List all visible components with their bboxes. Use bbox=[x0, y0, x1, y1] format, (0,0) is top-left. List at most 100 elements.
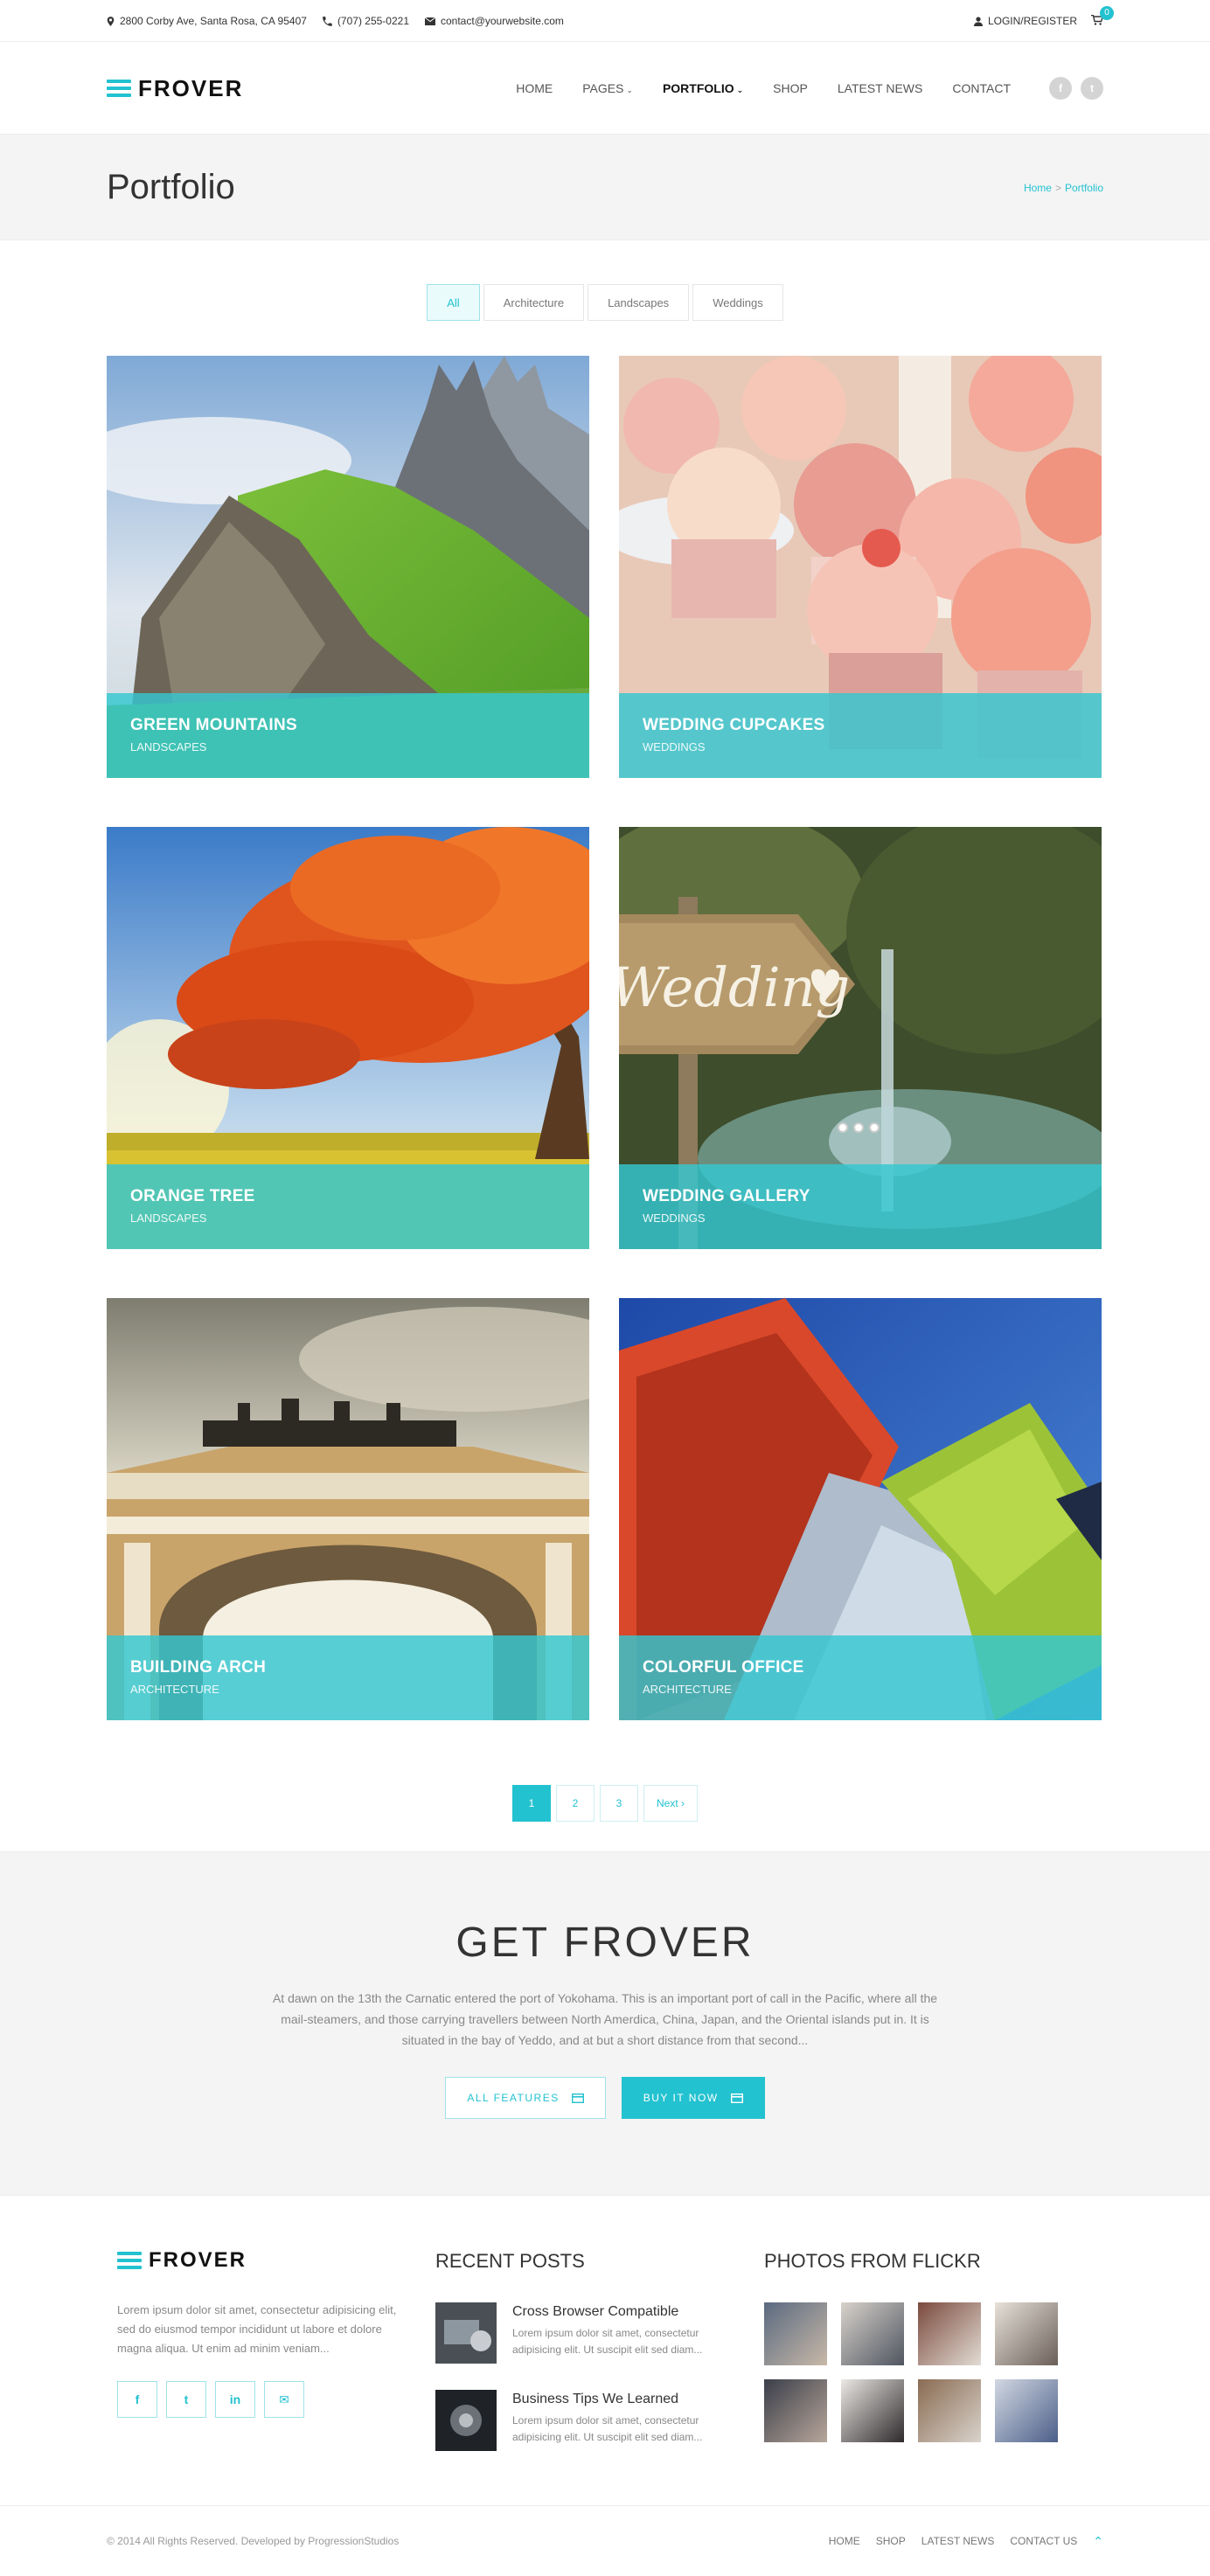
login-label[interactable]: LOGIN/REGISTER bbox=[988, 15, 1077, 27]
footer-social: f t in ✉ bbox=[117, 2381, 435, 2418]
scroll-to-top-icon[interactable]: ⌃ bbox=[1093, 2534, 1103, 2549]
footer-logo-text: FROVER bbox=[149, 2248, 247, 2272]
nav-pages[interactable]: PAGES ⌄ bbox=[582, 81, 633, 95]
portfolio-item[interactable]: WEDDING CUPCAKES WEDDINGS bbox=[619, 356, 1102, 778]
recent-post[interactable]: Business Tips We Learned Lorem ipsum dol… bbox=[435, 2390, 764, 2451]
post-title[interactable]: Cross Browser Compatible bbox=[512, 2304, 713, 2320]
flickr-photo[interactable] bbox=[764, 2302, 827, 2365]
facebook-icon[interactable]: f bbox=[117, 2381, 157, 2418]
post-thumbnail bbox=[435, 2390, 497, 2451]
portfolio-item[interactable]: COLORFUL OFFICE ARCHITECTURE bbox=[619, 1298, 1102, 1720]
twitter-icon[interactable]: t bbox=[166, 2381, 206, 2418]
filter-all[interactable]: All bbox=[427, 284, 480, 321]
footer-link-shop[interactable]: SHOP bbox=[876, 2535, 906, 2547]
portfolio-item[interactable]: Wedding WEDDING GALLERY WEDDINGS bbox=[619, 827, 1102, 1249]
page-2[interactable]: 2 bbox=[555, 1785, 595, 1822]
login-link[interactable]: LOGIN/REGISTER bbox=[973, 15, 1077, 27]
portfolio-category[interactable]: WEDDINGS bbox=[643, 740, 1078, 753]
footer-about: FROVER Lorem ipsum dolor sit amet, conse… bbox=[107, 2196, 435, 2451]
page-next[interactable]: Next › bbox=[643, 1785, 698, 1822]
nav-shop[interactable]: SHOP bbox=[773, 81, 808, 95]
post-title[interactable]: Business Tips We Learned bbox=[512, 2392, 713, 2407]
site-logo[interactable]: FROVER bbox=[107, 75, 243, 102]
portfolio-category[interactable]: ARCHITECTURE bbox=[643, 1683, 1078, 1696]
phone-item: (707) 255-0221 bbox=[323, 15, 409, 27]
all-features-button[interactable]: ALL FEATURES bbox=[445, 2077, 606, 2119]
copyright-text: © 2014 All Rights Reserved. Developed by… bbox=[107, 2535, 400, 2547]
portfolio-title[interactable]: WEDDING CUPCAKES bbox=[643, 716, 1078, 735]
buy-it-now-button[interactable]: BUY IT NOW bbox=[621, 2077, 765, 2119]
top-bar: 2800 Corby Ave, Santa Rosa, CA 95407 (70… bbox=[0, 0, 1210, 42]
flickr-photo[interactable] bbox=[995, 2379, 1058, 2442]
flickr-photo[interactable] bbox=[918, 2379, 981, 2442]
portfolio-category[interactable]: LANDSCAPES bbox=[130, 1212, 566, 1225]
portfolio-item[interactable]: BUILDING ARCH ARCHITECTURE bbox=[107, 1298, 589, 1720]
slider-dot[interactable] bbox=[838, 1122, 848, 1133]
filter-architecture[interactable]: Architecture bbox=[483, 284, 585, 321]
mail-icon[interactable]: ✉ bbox=[264, 2381, 304, 2418]
portfolio-title[interactable]: BUILDING ARCH bbox=[130, 1658, 566, 1677]
email-item[interactable]: contact@yourwebsite.com bbox=[425, 15, 564, 27]
portfolio-grid: GREEN MOUNTAINS LANDSCAPES WEDDING CUPCA… bbox=[107, 356, 1103, 1720]
nav-pages-label: PAGES bbox=[582, 81, 624, 95]
recent-post[interactable]: Cross Browser Compatible Lorem ipsum dol… bbox=[435, 2302, 764, 2364]
portfolio-title[interactable]: GREEN MOUNTAINS bbox=[130, 716, 566, 735]
slider-dot[interactable] bbox=[869, 1122, 880, 1133]
portfolio-filters: All Architecture Landscapes Weddings bbox=[107, 284, 1103, 321]
footer-recent-posts: RECENT POSTS Cross Browser Compatible Lo… bbox=[435, 2196, 764, 2451]
map-pin-icon bbox=[107, 16, 115, 26]
flickr-photo[interactable] bbox=[995, 2302, 1058, 2365]
breadcrumb-separator: > bbox=[1054, 181, 1061, 194]
chevron-down-icon: ⌄ bbox=[736, 86, 744, 94]
breadcrumb: Home > Portfolio bbox=[1024, 182, 1103, 194]
footer-link-latest-news[interactable]: LATEST NEWS bbox=[921, 2535, 995, 2547]
nav-latest-news[interactable]: LATEST NEWS bbox=[838, 81, 923, 95]
portfolio-category[interactable]: ARCHITECTURE bbox=[130, 1683, 566, 1696]
address-text: 2800 Corby Ave, Santa Rosa, CA 95407 bbox=[120, 15, 307, 27]
recent-posts-heading: RECENT POSTS bbox=[435, 2250, 585, 2272]
portfolio-caption: GREEN MOUNTAINS LANDSCAPES bbox=[107, 693, 589, 778]
portfolio-item[interactable]: ORANGE TREE LANDSCAPES bbox=[107, 827, 589, 1249]
get-frover-section: GET FROVER At dawn on the 13th the Carna… bbox=[0, 1851, 1210, 2196]
footer-link-contact-us[interactable]: CONTACT US bbox=[1010, 2535, 1077, 2547]
portfolio-title[interactable]: ORANGE TREE bbox=[130, 1187, 566, 1206]
portfolio-category[interactable]: WEDDINGS bbox=[643, 1212, 1078, 1225]
main-nav: HOME PAGES ⌄ PORTFOLIO ⌄ SHOP LATEST NEWS … bbox=[516, 77, 1103, 100]
twitter-icon[interactable]: t bbox=[1081, 77, 1103, 100]
filter-landscapes[interactable]: Landscapes bbox=[588, 284, 690, 321]
linkedin-icon[interactable]: in bbox=[215, 2381, 255, 2418]
flickr-photo[interactable] bbox=[918, 2302, 981, 2365]
portfolio-title[interactable]: COLORFUL OFFICE bbox=[643, 1658, 1078, 1677]
email-link[interactable]: contact@yourwebsite.com bbox=[441, 15, 564, 27]
footer-logo[interactable]: FROVER bbox=[117, 2248, 435, 2273]
flickr-photo[interactable] bbox=[841, 2302, 904, 2365]
portfolio-caption: ORANGE TREE LANDSCAPES bbox=[107, 1164, 589, 1249]
flickr-photo[interactable] bbox=[841, 2379, 904, 2442]
buy-it-now-label: BUY IT NOW bbox=[643, 2092, 719, 2104]
flickr-photo[interactable] bbox=[764, 2379, 827, 2442]
footer-link-home[interactable]: HOME bbox=[829, 2535, 860, 2547]
slider-dot[interactable] bbox=[853, 1122, 864, 1133]
phone-text: (707) 255-0221 bbox=[337, 15, 409, 27]
page-3[interactable]: 3 bbox=[599, 1785, 638, 1822]
page-1[interactable]: 1 bbox=[511, 1785, 551, 1822]
breadcrumb-current: Portfolio bbox=[1064, 181, 1103, 194]
cart-button[interactable]: 0 bbox=[1091, 5, 1114, 28]
breadcrumb-home[interactable]: Home bbox=[1024, 182, 1052, 194]
nav-portfolio-label: PORTFOLIO bbox=[662, 81, 734, 95]
flickr-grid bbox=[764, 2302, 1093, 2442]
portfolio-title[interactable]: WEDDING GALLERY bbox=[643, 1187, 1078, 1206]
bottom-bar: © 2014 All Rights Reserved. Developed by… bbox=[0, 2505, 1210, 2575]
logo-text: FROVER bbox=[138, 74, 244, 101]
portfolio-category[interactable]: LANDSCAPES bbox=[130, 740, 566, 753]
nav-portfolio[interactable]: PORTFOLIO ⌄ bbox=[663, 81, 743, 95]
address-item: 2800 Corby Ave, Santa Rosa, CA 95407 bbox=[107, 15, 307, 27]
facebook-icon[interactable]: f bbox=[1049, 77, 1072, 100]
filter-weddings[interactable]: Weddings bbox=[692, 284, 783, 321]
nav-contact[interactable]: CONTACT bbox=[952, 81, 1011, 95]
footer-nav: HOME SHOP LATEST NEWS CONTACT US ⌃ bbox=[829, 2534, 1103, 2549]
flickr-heading: PHOTOS FROM FLICKR bbox=[764, 2250, 981, 2272]
phone-icon bbox=[323, 16, 332, 26]
portfolio-item[interactable]: GREEN MOUNTAINS LANDSCAPES bbox=[107, 356, 589, 778]
nav-home[interactable]: HOME bbox=[516, 81, 553, 95]
